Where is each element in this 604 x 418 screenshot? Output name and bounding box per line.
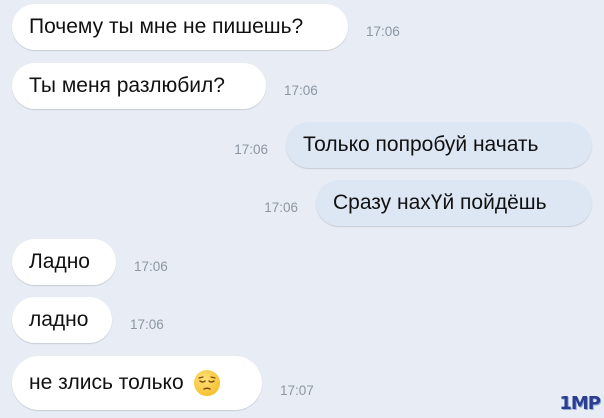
message-incoming: не злись только 17:07 <box>12 356 314 410</box>
message-text: Только попробуй начать <box>303 133 539 156</box>
message-text: Ты меня разлюбил? <box>29 74 225 97</box>
message-time: 17:06 <box>130 316 164 332</box>
message-bubble[interactable]: Только попробуй начать <box>286 122 592 168</box>
message-incoming: Почему ты мне не пишешь? 17:06 <box>12 4 400 50</box>
watermark-logo: 1MP <box>559 393 601 414</box>
message-bubble[interactable]: Ты меня разлюбил? <box>12 63 266 109</box>
message-time: 17:06 <box>366 23 400 39</box>
message-text: не злись только <box>29 371 184 394</box>
chat-thread: Почему ты мне не пишешь? 17:06 Ты меня р… <box>0 0 604 418</box>
message-time: 17:06 <box>284 82 318 98</box>
message-outgoing: 17:06 Только попробуй начать <box>234 122 592 168</box>
message-outgoing: 17:06 Сразу нахҮй пойдёшь <box>264 180 592 226</box>
message-bubble[interactable]: не злись только <box>12 356 262 410</box>
message-time: 17:06 <box>234 141 268 157</box>
message-text: ладно <box>29 308 89 331</box>
message-text: Ладно <box>29 250 90 273</box>
message-incoming: Ладно 17:06 <box>12 239 168 285</box>
message-bubble[interactable]: Ладно <box>12 239 116 285</box>
message-time: 17:06 <box>134 258 168 274</box>
message-text: Сразу нахҮй пойдёшь <box>333 191 547 214</box>
pensive-face-icon <box>193 370 220 396</box>
message-incoming: Ты меня разлюбил? 17:06 <box>12 63 318 109</box>
message-bubble[interactable]: Почему ты мне не пишешь? <box>12 4 348 50</box>
message-time: 17:07 <box>280 382 314 398</box>
message-text: Почему ты мне не пишешь? <box>29 15 304 38</box>
message-incoming: ладно 17:06 <box>12 297 164 343</box>
message-bubble[interactable]: ладно <box>12 297 112 343</box>
message-bubble[interactable]: Сразу нахҮй пойдёшь <box>316 180 592 226</box>
message-time: 17:06 <box>264 199 298 215</box>
